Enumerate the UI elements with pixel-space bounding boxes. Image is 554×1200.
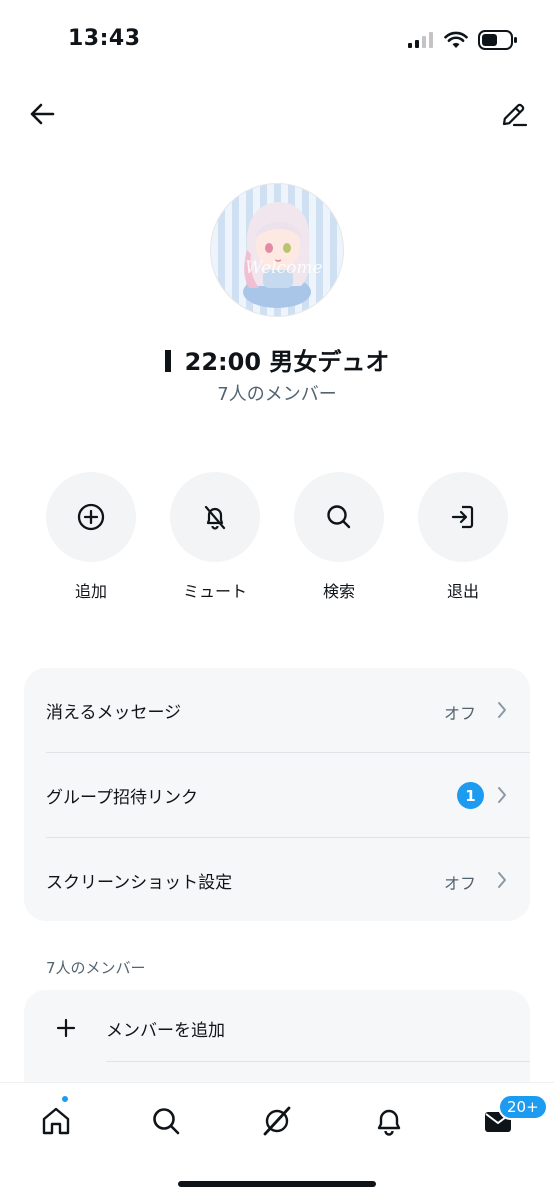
wifi-icon: [444, 31, 468, 48]
tab-home[interactable]: [36, 1101, 76, 1141]
invite-link-label: グループ招待リンク: [46, 788, 198, 808]
invite-link-row[interactable]: グループ招待リンク 1: [24, 753, 530, 837]
group-title-text: 22:00 男女デュオ: [184, 348, 390, 376]
add-circle-icon: [77, 503, 105, 531]
bell-off-icon: [204, 505, 226, 530]
status-icons: [408, 30, 518, 50]
back-button[interactable]: [22, 94, 62, 134]
search-icon: [327, 505, 351, 529]
invite-link-badge: 1: [457, 782, 484, 809]
tab-notifications[interactable]: [369, 1101, 409, 1141]
leave-action-circle[interactable]: [418, 472, 508, 562]
members-section-header: 7人のメンバー: [46, 959, 146, 977]
settings-card: 消えるメッセージ オフ グループ招待リンク 1 スクリーンショット設定 オフ: [24, 668, 530, 921]
group-title: 22:00 男女デュオ: [0, 342, 554, 377]
screenshot-settings-label: スクリーンショット設定: [46, 873, 233, 893]
home-notification-dot: [60, 1094, 70, 1104]
add-action-circle[interactable]: [46, 472, 136, 562]
status-bar: 13:43: [0, 0, 554, 84]
messages-badge: 20+: [498, 1094, 548, 1120]
search-action[interactable]: 検索: [293, 472, 385, 602]
grok-icon: [263, 1106, 291, 1136]
leave-action[interactable]: 退出: [417, 472, 509, 602]
add-action-label: 追加: [74, 582, 107, 601]
chevron-right-icon: [498, 787, 506, 803]
pencil-icon: [502, 103, 528, 127]
chevron-right-icon: [498, 702, 506, 718]
mute-action[interactable]: ミュート: [169, 472, 261, 602]
divider: [106, 1061, 530, 1062]
search-action-label: 検索: [322, 582, 355, 601]
title-marker: [164, 350, 171, 372]
screenshot-settings-row[interactable]: スクリーンショット設定 オフ: [24, 838, 530, 922]
disappearing-messages-value: オフ: [443, 704, 476, 723]
bell-icon: [377, 1109, 401, 1136]
avatar-welcome-text: Welcome: [245, 258, 323, 278]
mute-action-label: ミュート: [182, 582, 247, 601]
group-avatar[interactable]: Welcome: [210, 183, 344, 317]
status-time: 13:43: [68, 26, 141, 51]
leave-action-label: 退出: [446, 582, 479, 601]
leave-icon: [451, 505, 474, 529]
mute-action-circle[interactable]: [170, 472, 260, 562]
disappearing-messages-row[interactable]: 消えるメッセージ オフ: [24, 668, 530, 752]
top-nav: [0, 90, 554, 138]
signal-icon: [408, 32, 433, 48]
avatar-illustration: [243, 202, 311, 308]
screenshot-settings-value: オフ: [443, 874, 476, 893]
disappearing-messages-label: 消えるメッセージ: [46, 703, 182, 723]
member-count[interactable]: 7人のメンバー: [0, 380, 554, 406]
add-action[interactable]: 追加: [45, 472, 137, 602]
plus-icon: [56, 1018, 76, 1038]
home-indicator: [178, 1181, 376, 1187]
search-icon: [153, 1108, 180, 1135]
battery-icon: [478, 30, 517, 50]
home-icon: [42, 1107, 70, 1135]
search-action-circle[interactable]: [294, 472, 384, 562]
tab-grok[interactable]: [257, 1101, 297, 1141]
arrow-left-icon: [30, 103, 55, 125]
add-member-label: メンバーを追加: [106, 1021, 225, 1041]
chevron-right-icon: [498, 872, 506, 888]
tab-search[interactable]: [146, 1101, 186, 1141]
edit-button[interactable]: [494, 94, 534, 134]
